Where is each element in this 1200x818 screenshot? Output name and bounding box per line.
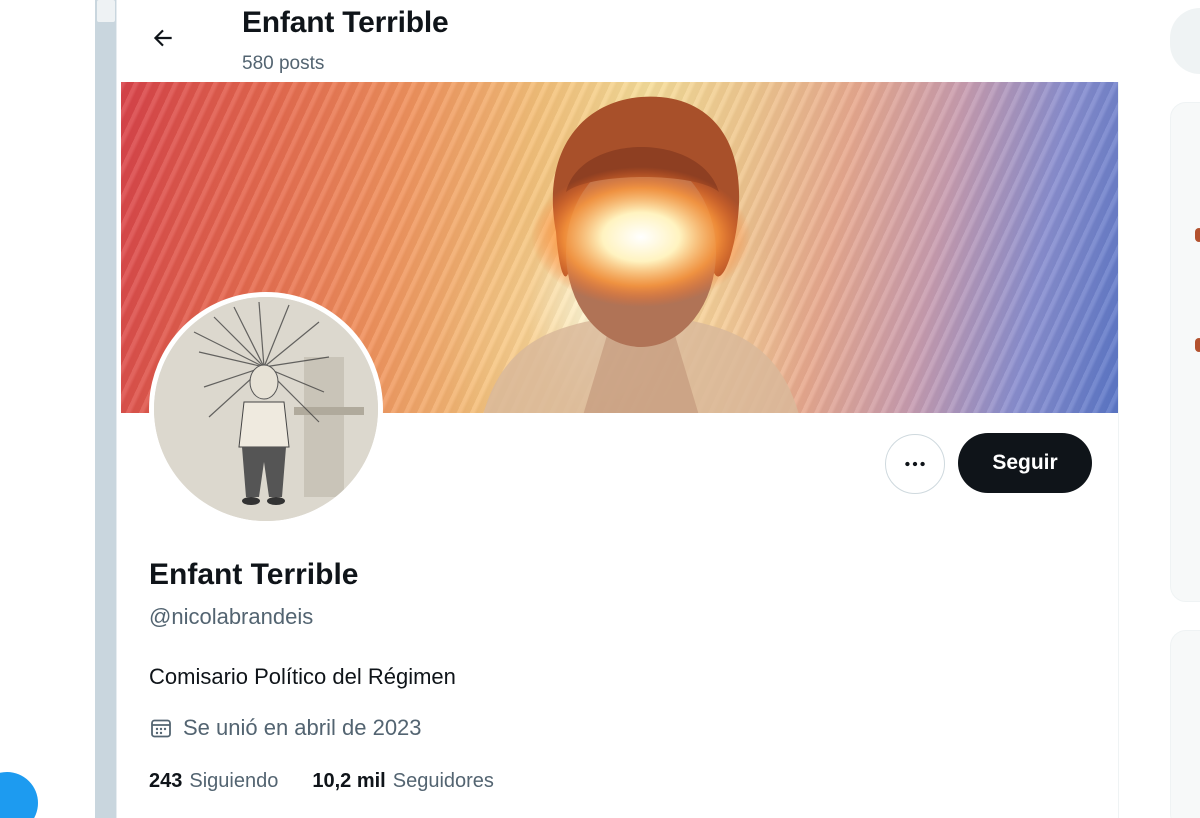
join-date-text: Se unió en abril de 2023 bbox=[183, 715, 422, 740]
search-box[interactable] bbox=[1170, 8, 1200, 74]
arrow-left-icon bbox=[153, 29, 172, 47]
avatar-image bbox=[154, 297, 378, 521]
more-horizontal-icon bbox=[905, 461, 925, 467]
profile-handle: @nicolabrandeis bbox=[149, 604, 314, 629]
profile-header-bar: Enfant Terrible 580 posts bbox=[121, 0, 1119, 82]
left-nav-rail bbox=[0, 0, 95, 818]
following-label: Siguiendo bbox=[189, 770, 279, 792]
followers-count: 10,2 mil bbox=[312, 770, 386, 792]
followers-link[interactable]: 10,2 mil Seguidores bbox=[312, 770, 494, 793]
calendar-icon bbox=[151, 719, 171, 738]
profile-page: Enfant Terrible 580 posts Seguir Enfant … bbox=[0, 0, 1200, 818]
followers-label: Seguidores bbox=[392, 770, 494, 792]
post-count: 580 posts bbox=[242, 53, 325, 74]
profile-avatar[interactable] bbox=[149, 292, 383, 526]
back-button[interactable] bbox=[143, 18, 183, 58]
more-options-button[interactable] bbox=[885, 434, 945, 494]
scrollbar-thumb[interactable] bbox=[97, 0, 115, 22]
header-title: Enfant Terrible bbox=[242, 6, 449, 39]
join-date: Se unió en abril de 2023 bbox=[149, 715, 422, 741]
profile-bio: Comisario Político del Régimen bbox=[149, 664, 456, 689]
following-count: 243 bbox=[149, 770, 183, 792]
sidebar-card bbox=[1170, 102, 1200, 602]
sidebar-avatar-fragment bbox=[1195, 338, 1200, 352]
avatar-illustration bbox=[154, 297, 378, 521]
follow-stats: 243 Siguiendo 10,2 mil Seguidores bbox=[149, 770, 494, 793]
follow-button[interactable]: Seguir bbox=[958, 433, 1092, 493]
profile-column: Enfant Terrible 580 posts Seguir Enfant … bbox=[121, 0, 1119, 818]
banner-portrait bbox=[483, 96, 799, 413]
profile-display-name: Enfant Terrible bbox=[149, 558, 359, 591]
sidebar-card bbox=[1170, 630, 1200, 818]
sidebar-avatar-fragment bbox=[1195, 228, 1200, 242]
following-link[interactable]: 243 Siguiendo bbox=[149, 770, 278, 793]
scrollbar-track[interactable] bbox=[95, 0, 117, 818]
